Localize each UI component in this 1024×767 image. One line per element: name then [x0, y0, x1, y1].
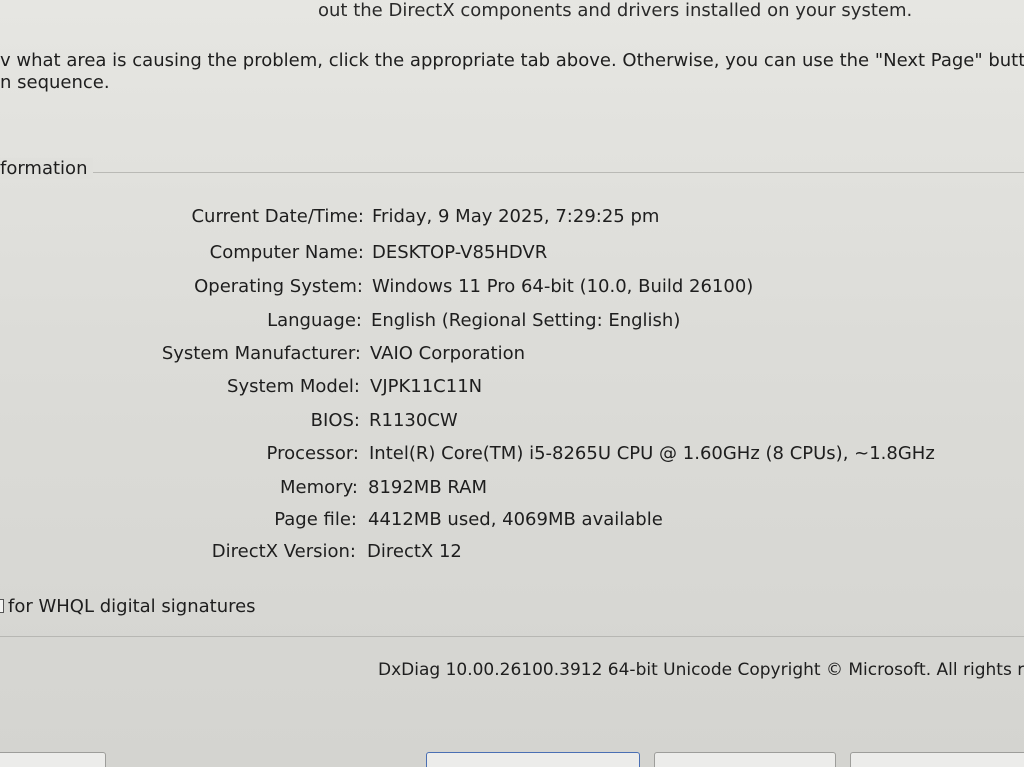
- info-value: 4412MB used, 4069MB available: [368, 509, 663, 530]
- info-value: Intel(R) Core(TM) i5-8265U CPU @ 1.60GHz…: [369, 443, 935, 464]
- whql-checkbox-label[interactable]: for WHQL digital signatures: [0, 596, 256, 617]
- info-row-memory: Memory: 8192MB RAM: [0, 477, 1024, 503]
- info-row-computer-name: Computer Name: DESKTOP-V85HDVR: [0, 242, 1024, 268]
- info-value: English (Regional Setting: English): [371, 310, 681, 331]
- info-label: Language:: [267, 310, 362, 331]
- info-row-page-file: Page file: 4412MB used, 4069MB available: [0, 509, 1024, 535]
- info-value: VAIO Corporation: [370, 343, 526, 364]
- info-label: System Model:: [227, 376, 360, 397]
- info-label: DirectX Version:: [211, 541, 356, 562]
- info-row-current-datetime: Current Date/Time: Friday, 9 May 2025, 7…: [0, 206, 1024, 232]
- info-value: 8192MB RAM: [368, 477, 488, 498]
- info-row-operating-system: Operating System: Windows 11 Pro 64-bit …: [0, 276, 1024, 302]
- info-label: Page file:: [274, 509, 357, 530]
- info-row-processor: Processor: Intel(R) Core(TM) i5-8265U CP…: [0, 443, 1024, 469]
- intro-text-line-2: v what area is causing the problem, clic…: [0, 50, 1024, 71]
- intro-text-line-3: n sequence.: [0, 72, 110, 93]
- info-row-system-manufacturer: System Manufacturer: VAIO Corporation: [0, 343, 1024, 369]
- dxdiag-window: out the DirectX components and drivers i…: [0, 0, 1024, 767]
- info-label: Processor:: [266, 443, 359, 464]
- footer-divider: [0, 636, 1024, 637]
- info-label: Operating System:: [194, 276, 363, 297]
- info-label: Computer Name:: [209, 242, 364, 263]
- info-row-directx-version: DirectX Version: DirectX 12: [0, 541, 1024, 567]
- version-copyright-text: DxDiag 10.00.26100.3912 64-bit Unicode C…: [378, 660, 1024, 680]
- info-label: Current Date/Time:: [191, 206, 364, 227]
- info-value: Windows 11 Pro 64-bit (10.0, Build 26100…: [372, 276, 754, 297]
- info-value: DESKTOP-V85HDVR: [372, 242, 548, 263]
- info-value: VJPK11C11N: [370, 376, 483, 397]
- info-label: Memory:: [280, 477, 358, 498]
- info-value: DirectX 12: [367, 541, 462, 562]
- info-row-system-model: System Model: VJPK11C11N: [0, 376, 1024, 402]
- save-all-information-button[interactable]: [654, 752, 836, 767]
- next-page-button[interactable]: [426, 752, 640, 767]
- help-button[interactable]: [0, 752, 106, 767]
- info-label: BIOS:: [310, 410, 360, 431]
- info-row-language: Language: English (Regional Setting: Eng…: [0, 310, 1024, 336]
- info-row-bios: BIOS: R1130CW: [0, 410, 1024, 436]
- info-value: Friday, 9 May 2025, 7:29:25 pm: [372, 206, 660, 227]
- system-information-title: formation: [0, 158, 94, 179]
- info-label: System Manufacturer:: [161, 343, 361, 364]
- whql-label-text: for WHQL digital signatures: [8, 596, 256, 617]
- intro-text-line-1: out the DirectX components and drivers i…: [318, 0, 913, 21]
- info-value: R1130CW: [369, 410, 458, 431]
- exit-button[interactable]: [850, 752, 1024, 767]
